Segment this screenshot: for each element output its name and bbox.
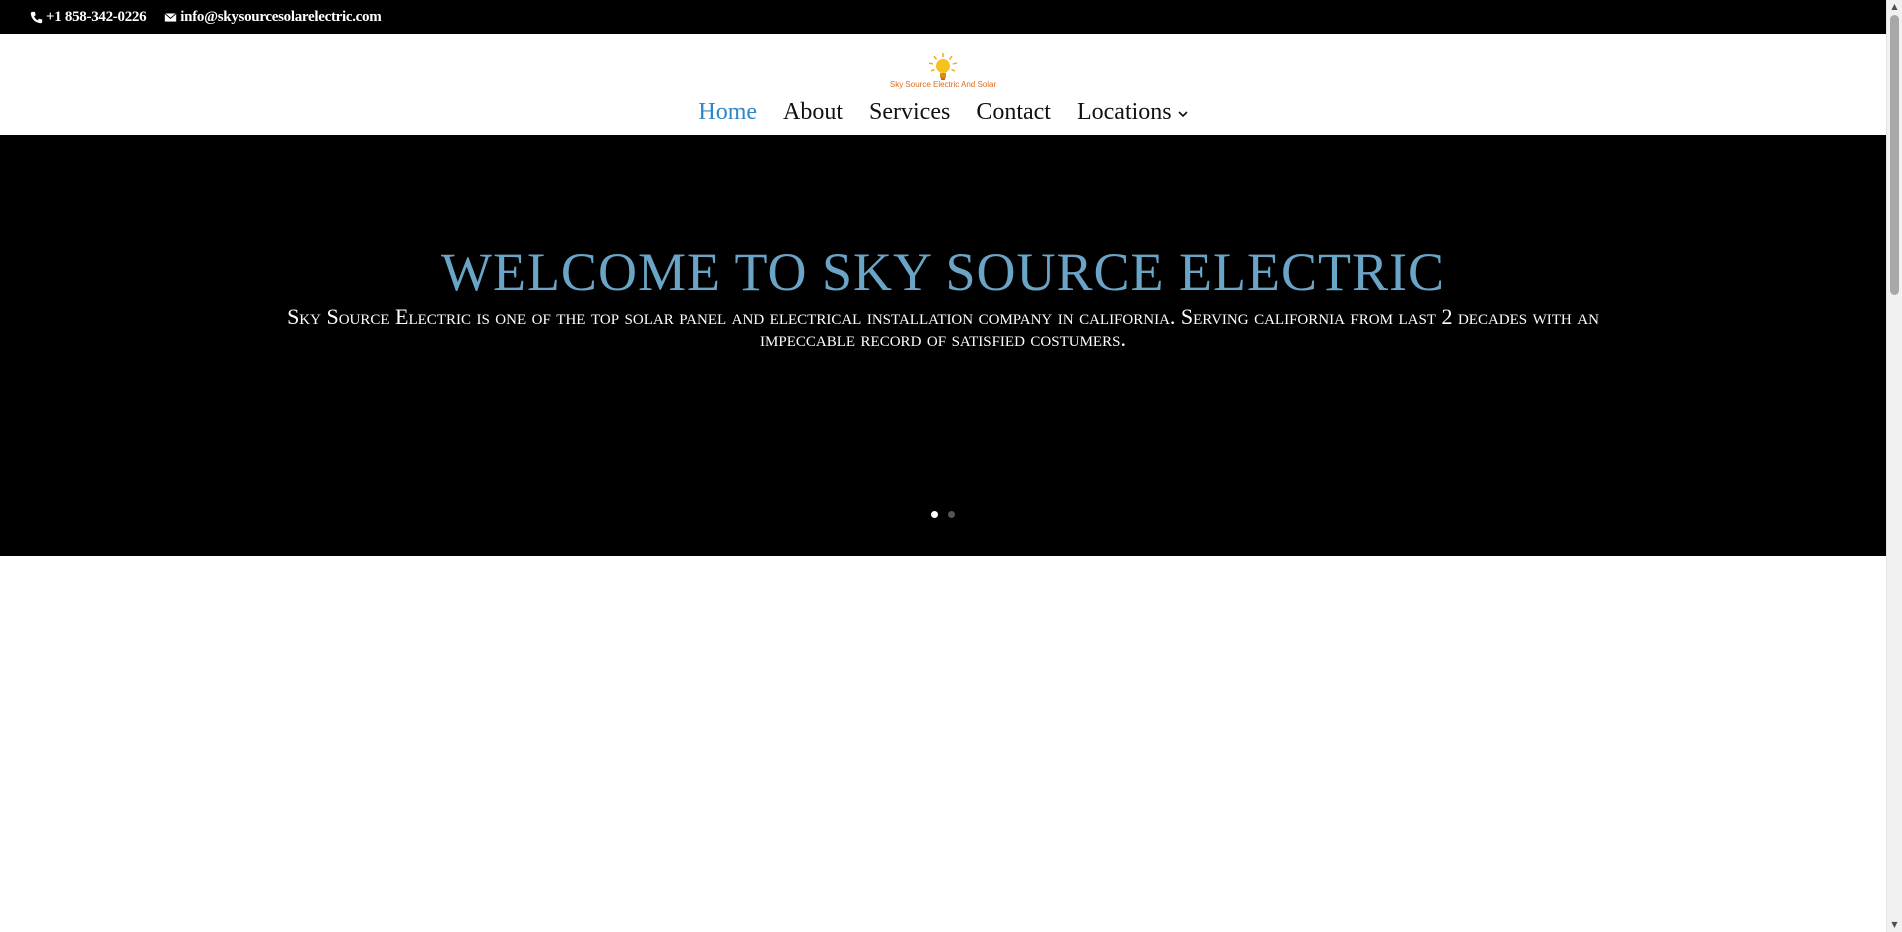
hero-subtitle: Sky Source Electric is one of the top so… <box>287 304 1599 351</box>
slide-dot-1[interactable] <box>931 511 938 518</box>
nav-item-home[interactable]: Home <box>698 100 757 124</box>
scroll-thumb[interactable] <box>1890 15 1899 295</box>
nav-item-label: Home <box>698 99 758 125</box>
logo-text: Sky Source Electric And Solar <box>889 80 997 89</box>
email-link[interactable]: info@skysourcesolarelectric.com <box>164 8 382 26</box>
phone-number: +1 858-342-0226 <box>46 8 147 25</box>
chevron-down-icon <box>1178 111 1188 118</box>
nav-item-label: Services <box>869 99 951 125</box>
site-logo[interactable]: Sky Source Electric And Solar <box>883 52 1003 89</box>
email-address: info@skysourcesolarelectric.com <box>180 8 382 25</box>
slide-dot-2[interactable] <box>948 511 955 518</box>
nav-item-locations[interactable]: Locations <box>1077 100 1188 124</box>
page: +1 858-342-0226 info@skysourcesolarelect… <box>0 0 1902 932</box>
site-header: Sky Source Electric And Solar Home About… <box>0 34 1886 135</box>
nav-item-about[interactable]: About <box>783 100 843 124</box>
scroll-down-arrow-icon[interactable]: ▼ <box>1887 918 1902 932</box>
main-nav: Home About Services Contact Locations <box>0 100 1886 124</box>
nav-item-label: Contact <box>976 99 1051 125</box>
main-content: +1 858-342-0226 info@skysourcesolarelect… <box>0 0 1886 932</box>
nav-item-label: About <box>783 99 844 125</box>
lightbulb-sun-icon <box>928 53 958 80</box>
phone-link[interactable]: +1 858-342-0226 <box>30 8 147 26</box>
slider-pagination <box>0 511 1886 518</box>
hero-slider: WELCOME TO SKY SOURCE ELECTRIC Sky Sourc… <box>0 135 1886 556</box>
envelope-icon <box>164 12 177 22</box>
nav-item-services[interactable]: Services <box>869 100 950 124</box>
phone-icon <box>30 11 43 23</box>
top-bar: +1 858-342-0226 info@skysourcesolarelect… <box>0 0 1886 34</box>
nav-item-contact[interactable]: Contact <box>976 100 1051 124</box>
nav-item-label: Locations <box>1076 99 1172 125</box>
scroll-up-arrow-icon[interactable]: ▲ <box>1887 0 1902 14</box>
vertical-scrollbar[interactable]: ▲ ▼ <box>1886 0 1902 932</box>
hero-title: WELCOME TO SKY SOURCE ELECTRIC <box>440 242 1446 302</box>
